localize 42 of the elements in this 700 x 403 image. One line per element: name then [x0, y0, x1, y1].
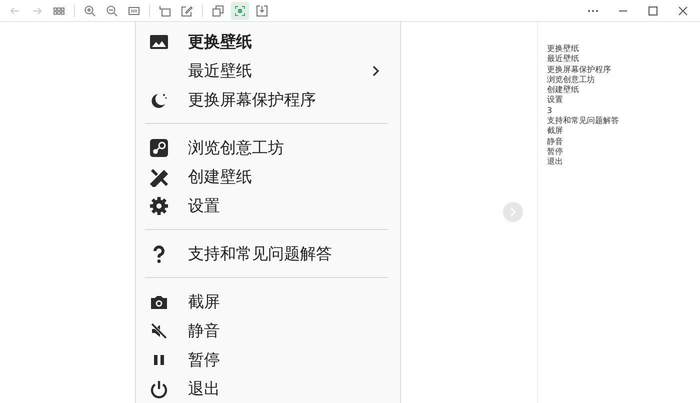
text-line: 支持和常见问题解答 — [547, 116, 620, 126]
menu-item-label: 设置 — [188, 194, 220, 216]
chevron-right-icon — [509, 207, 517, 217]
text-line: 设置 — [547, 95, 564, 106]
pencil-ruler-icon — [149, 166, 169, 186]
fit-screen-icon — [234, 4, 246, 16]
copy-icon — [212, 4, 224, 16]
actual-size-icon — [128, 4, 140, 16]
menu-item-label: 创建壁纸 — [188, 166, 252, 188]
menu-item-label: 静音 — [188, 320, 220, 342]
rotate-icon — [159, 4, 171, 16]
text-line: 退出 — [547, 157, 564, 168]
text-line: 更换壁纸 — [547, 44, 580, 54]
zoom-in-icon — [84, 4, 96, 16]
menu-item-label: 支持和常见问题解答 — [188, 242, 332, 264]
edit-icon — [181, 4, 193, 16]
arrow-right-icon — [31, 4, 43, 16]
text-line: 创建壁纸 — [547, 85, 580, 96]
menu-item-label: 最近壁纸 — [188, 60, 252, 82]
gear-icon — [149, 196, 169, 216]
grid-icon — [53, 4, 65, 16]
menu-item-label: 更换屏幕保护程序 — [188, 88, 316, 110]
text-line: 截屏 — [547, 126, 564, 137]
text-line: 更换屏幕保护程序 — [547, 64, 612, 75]
text-line: 浏览创意工坊 — [547, 74, 596, 85]
arrow-left-icon — [9, 4, 21, 16]
text-line: 暂停 — [547, 146, 564, 158]
power-icon — [149, 378, 169, 398]
menu-item-label: 退出 — [188, 378, 220, 400]
text-line: 静音 — [547, 136, 564, 147]
menu-item-label: 暂停 — [188, 348, 220, 370]
menu-item-label: 截屏 — [188, 290, 220, 312]
text-line: 最近壁纸 — [547, 54, 580, 65]
text-line: 3 — [547, 106, 554, 116]
fit-screen-button[interactable] — [231, 2, 249, 20]
menu-item-label: 更换壁纸 — [188, 30, 252, 52]
muted-speaker-icon — [149, 320, 169, 340]
download-icon — [256, 4, 268, 16]
close-icon — [677, 4, 689, 16]
menu-item-label: 浏览创意工坊 — [188, 136, 284, 158]
maximize-icon — [647, 4, 659, 16]
zoom-out-icon — [106, 4, 118, 16]
